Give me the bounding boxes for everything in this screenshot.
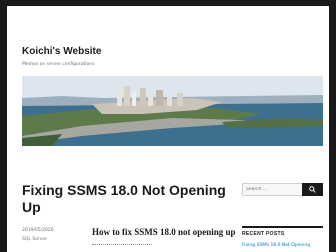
recent-post-link[interactable]: Fixing SSMS 18.0 Not Opening xyxy=(242,243,310,248)
content-heading: How to fix SSMS 18.0 not opening up xyxy=(92,227,236,237)
post-title[interactable]: Fixing SSMS 18.0 Not Opening Up xyxy=(22,182,244,216)
site-title[interactable]: Koichi's Website xyxy=(22,46,101,57)
magnifier-icon xyxy=(309,186,316,193)
widget-divider xyxy=(242,226,323,228)
site-description: Memos on server configurations xyxy=(22,62,95,67)
content-text-line xyxy=(92,244,152,249)
post-entry: Fixing SSMS 18.0 Not Opening Up 2019/05/… xyxy=(22,182,244,252)
post-date[interactable]: 2019/05/2020 xyxy=(22,226,72,235)
search-input[interactable] xyxy=(242,183,303,196)
post-category[interactable]: SQL Server xyxy=(22,235,72,244)
page: Koichi's Website Memos on server configu… xyxy=(7,6,329,252)
recent-posts-title: RECENT POSTS xyxy=(242,231,285,237)
search-form xyxy=(242,183,323,196)
search-button[interactable] xyxy=(302,183,323,196)
post-meta: 2019/05/2020 SQL Server xyxy=(22,226,72,244)
banner-photo xyxy=(22,76,323,146)
sidebar: RECENT POSTS Fixing SSMS 18.0 Not Openin… xyxy=(242,183,323,248)
header-banner-image[interactable] xyxy=(22,76,323,146)
